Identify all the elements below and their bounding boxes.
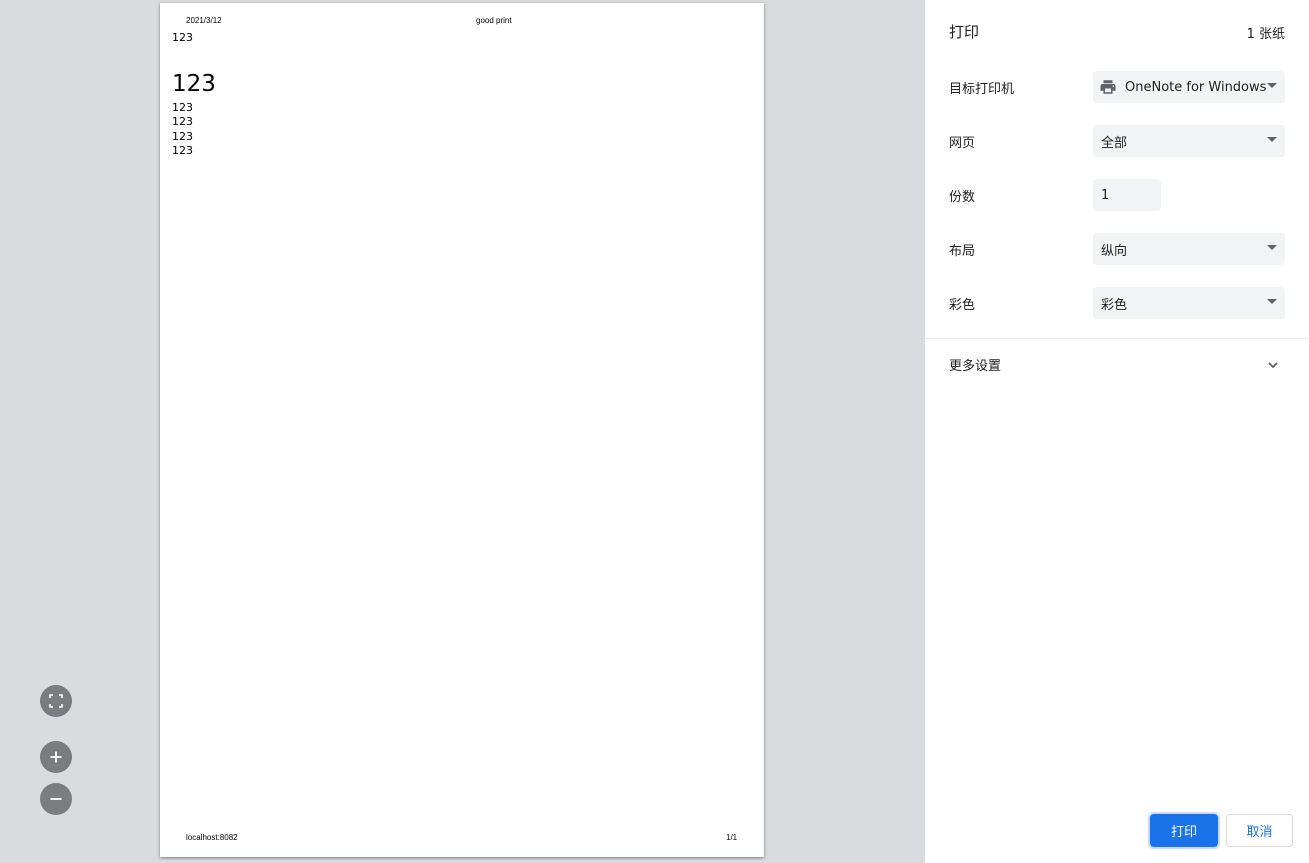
- pages-label: 网页: [949, 136, 976, 151]
- chevron-down-icon[interactable]: [1267, 356, 1279, 375]
- content-line: 123: [172, 144, 193, 157]
- sheet-count: 1 张纸: [1246, 27, 1285, 42]
- fit-to-page-icon: [49, 694, 63, 708]
- print-title: 打印: [949, 23, 980, 41]
- plus-icon: [50, 751, 62, 763]
- preview-page: 2021/3/12 good print 123 123 123 123 123…: [160, 3, 764, 857]
- page-header-date: 2021/3/12: [186, 16, 222, 25]
- copies-input[interactable]: [1093, 179, 1161, 211]
- zoom-out-button[interactable]: [40, 783, 72, 815]
- page-footer-number: 1/1: [726, 833, 738, 842]
- content-line: 123: [172, 129, 193, 143]
- layout-value: 纵向: [1101, 243, 1128, 259]
- dropdown-arrow-icon: [1267, 299, 1277, 304]
- destination-label: 目标打印机: [949, 82, 1015, 97]
- zoom-in-button[interactable]: [40, 741, 72, 773]
- dropdown-arrow-icon: [1267, 137, 1277, 142]
- page-content: 123 123 123 123 123 123: [172, 31, 216, 159]
- destination-value: OneNote for Windows: [1125, 79, 1267, 95]
- fit-to-page-button[interactable]: [40, 685, 72, 717]
- print-settings-sidebar: 打印 1 张纸 目标打印机 OneNote for Windows 网页 全部 …: [925, 0, 1309, 863]
- pages-value: 全部: [1101, 135, 1128, 151]
- color-label: 彩色: [949, 298, 976, 313]
- dropdown-arrow-icon: [1267, 83, 1277, 88]
- minus-icon: [50, 798, 62, 800]
- divider: [925, 338, 1309, 339]
- copies-label: 份数: [949, 190, 976, 205]
- more-settings-toggle[interactable]: 更多设置: [949, 355, 1001, 374]
- destination-select[interactable]: OneNote for Windows: [1093, 71, 1285, 103]
- printer-icon: [1099, 78, 1117, 96]
- content-line: 123: [172, 31, 193, 44]
- dropdown-arrow-icon: [1267, 245, 1277, 250]
- layout-label: 布局: [949, 244, 976, 259]
- color-value: 彩色: [1101, 297, 1128, 313]
- color-select[interactable]: 彩色: [1093, 287, 1285, 319]
- content-line: 123: [172, 100, 193, 114]
- page-header-title: good print: [476, 16, 512, 25]
- layout-select[interactable]: 纵向: [1093, 233, 1285, 265]
- print-preview-area: 2021/3/12 good print 123 123 123 123 123…: [0, 0, 925, 863]
- pages-select[interactable]: 全部: [1093, 125, 1285, 157]
- content-heading: 123: [172, 70, 216, 97]
- page-footer-url: localhost:8082: [186, 833, 238, 842]
- cancel-button[interactable]: 取消: [1226, 814, 1293, 847]
- print-button[interactable]: 打印: [1150, 814, 1218, 847]
- content-line: 123: [172, 115, 193, 128]
